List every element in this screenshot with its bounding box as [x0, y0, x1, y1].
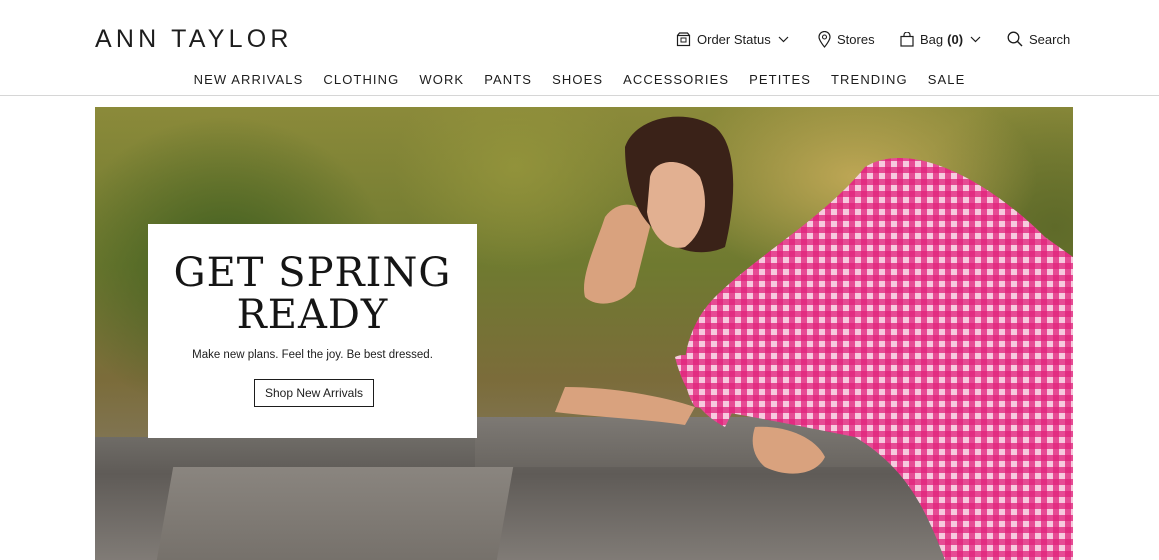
nav-item-petites[interactable]: PETITES: [739, 72, 821, 88]
hero-banner[interactable]: GET SPRING READY Make new plans. Feel th…: [95, 107, 1073, 560]
map-pin-icon: [818, 30, 831, 48]
shop-new-arrivals-button[interactable]: Shop New Arrivals: [254, 379, 374, 407]
nav-item-pants[interactable]: PANTS: [474, 72, 542, 88]
bag-label: Bag: [920, 31, 944, 47]
nav-item-new-arrivals[interactable]: NEW ARRIVALS: [184, 72, 314, 88]
hero-stone-step: [156, 467, 514, 560]
box-icon: [676, 31, 691, 47]
order-status-label: Order Status: [697, 31, 771, 47]
bag-link[interactable]: Bag (0): [900, 28, 981, 50]
search-icon: [1007, 31, 1023, 47]
promo-card: GET SPRING READY Make new plans. Feel th…: [148, 224, 477, 438]
bag-count: (0): [947, 31, 964, 47]
shopping-bag-icon: [900, 31, 914, 47]
nav-item-sale[interactable]: SALE: [918, 72, 976, 88]
nav-item-shoes[interactable]: SHOES: [542, 72, 613, 88]
promo-title: GET SPRING READY: [148, 252, 477, 336]
nav-item-accessories[interactable]: ACCESSORIES: [613, 72, 739, 88]
hero-model-image: [555, 116, 1073, 560]
brand-logo[interactable]: ANN TAYLOR: [95, 25, 293, 53]
search-label: Search: [1029, 31, 1071, 47]
stores-link[interactable]: Stores: [818, 28, 875, 50]
main-nav: NEW ARRIVALS CLOTHING WORK PANTS SHOES A…: [0, 72, 1159, 88]
nav-item-clothing[interactable]: CLOTHING: [313, 72, 409, 88]
search-button[interactable]: Search: [1007, 28, 1070, 50]
promo-title-line-1: GET SPRING: [173, 250, 452, 296]
stores-label: Stores: [837, 31, 875, 47]
chevron-down-icon: [778, 36, 789, 43]
nav-item-trending[interactable]: TRENDING: [821, 72, 918, 88]
chevron-down-icon: [970, 36, 981, 43]
promo-title-line-2: READY: [236, 292, 389, 338]
nav-item-work[interactable]: WORK: [409, 72, 474, 88]
promo-subtitle: Make new plans. Feel the joy. Be best dr…: [192, 349, 433, 361]
site-header: ANN TAYLOR Order Status Stores Bag (0) S…: [0, 0, 1159, 96]
order-status-link[interactable]: Order Status: [676, 28, 789, 50]
